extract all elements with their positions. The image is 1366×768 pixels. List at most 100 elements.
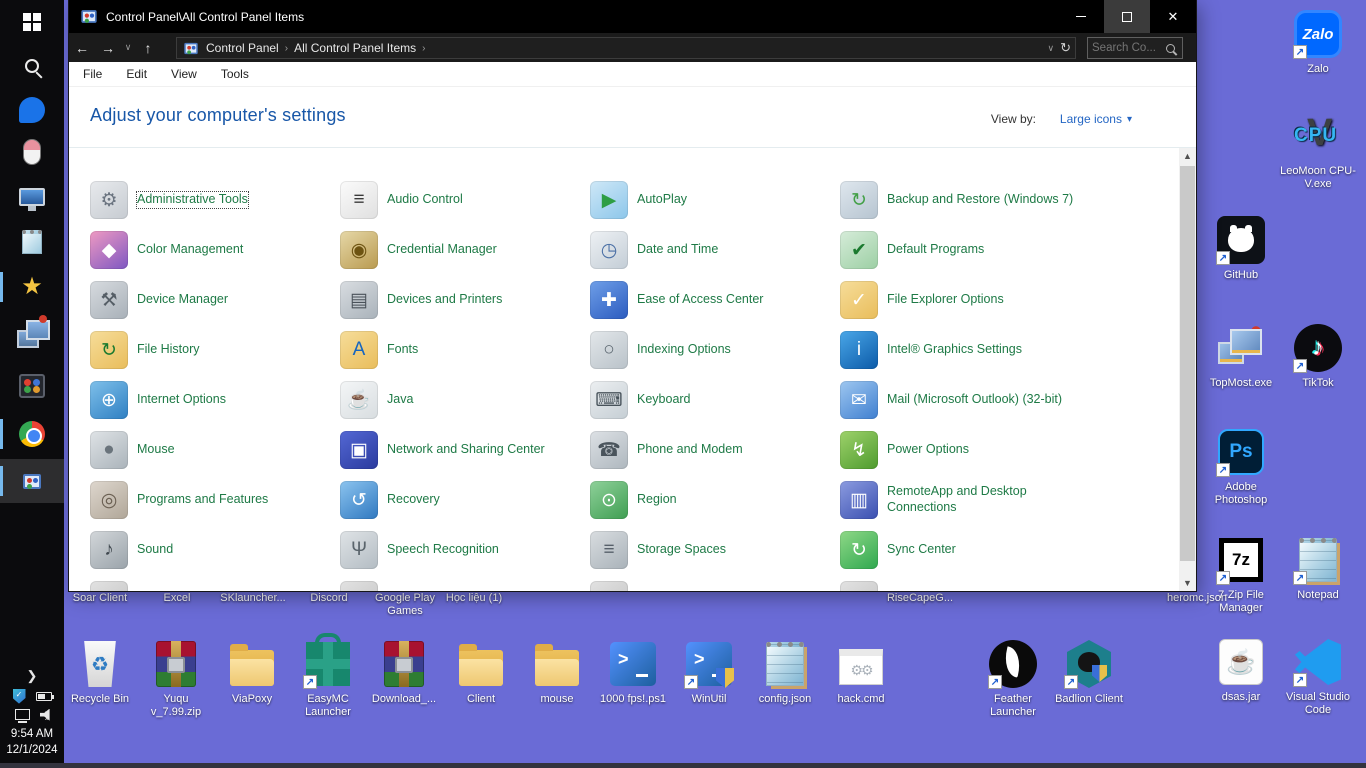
desktop-icon-recycle-bin[interactable]: Recycle Bin: [61, 638, 139, 706]
cp-item-clipped[interactable]: [835, 575, 1085, 591]
cp-item[interactable]: ☎Phone and Modem: [585, 425, 835, 475]
cp-item[interactable]: AFonts: [335, 325, 585, 375]
cp-item[interactable]: ✉Mail (Microsoft Outlook) (32-bit): [835, 375, 1085, 425]
cp-item[interactable]: ⚒Device Manager: [85, 275, 335, 325]
cp-item[interactable]: ≡Storage Spaces: [585, 525, 835, 575]
cp-item[interactable]: ✓File Explorer Options: [835, 275, 1085, 325]
cp-item[interactable]: ⌨Keyboard: [585, 375, 835, 425]
desktop-icon-mouse[interactable]: mouse: [518, 638, 596, 706]
cp-item[interactable]: ▶AutoPlay: [585, 175, 835, 225]
desktop-icon-dsas-jar[interactable]: dsas.jar: [1202, 636, 1280, 704]
cp-item[interactable]: ▣Network and Sharing Center: [335, 425, 585, 475]
cp-item[interactable]: ≡Audio Control: [335, 175, 585, 225]
desktop-icon-label-partial[interactable]: Học liệu (1): [429, 592, 519, 605]
desktop-icon-7-zip-file-manager[interactable]: 7z↗7-Zip File Manager: [1202, 534, 1280, 615]
volume-button[interactable]: )): [40, 709, 49, 721]
cp-item[interactable]: ↻Sync Center: [835, 525, 1085, 575]
cp-item[interactable]: ΨSpeech Recognition: [335, 525, 585, 575]
battery-icon[interactable]: [36, 692, 52, 701]
search-box[interactable]: [1087, 37, 1183, 59]
taskbar-item-control-panel[interactable]: [0, 459, 64, 503]
cp-item[interactable]: ✔Default Programs: [835, 225, 1085, 275]
taskbar-search-button[interactable]: [0, 44, 64, 88]
cp-item[interactable]: iIntel® Graphics Settings: [835, 325, 1085, 375]
cp-item[interactable]: ↻File History: [85, 325, 335, 375]
desktop-icon-download-[interactable]: Download_...: [365, 638, 443, 706]
desktop-icon-badlion-client[interactable]: ↗Badlion Client: [1050, 638, 1128, 706]
scroll-up-arrow[interactable]: ▲: [1179, 148, 1196, 164]
window-titlebar[interactable]: Control Panel\All Control Panel Items ✕: [69, 0, 1196, 33]
cp-item[interactable]: ◉Credential Manager: [335, 225, 585, 275]
taskbar-item-chrome[interactable]: [0, 412, 64, 456]
desktop-icon-hack-cmd[interactable]: hack.cmd: [822, 638, 900, 706]
scrollbar[interactable]: ▲ ▼: [1179, 148, 1196, 591]
address-field[interactable]: Control Panel›All Control Panel Items› ∨…: [176, 37, 1076, 59]
scrollbar-thumb[interactable]: [1180, 166, 1195, 561]
desktop-icon-yuqu-v-7-99-zip[interactable]: Yuqu v_7.99.zip: [137, 638, 215, 719]
maximize-button[interactable]: [1104, 0, 1150, 33]
address-dropdown-chevron[interactable]: ∨: [1048, 43, 1055, 54]
cp-item-clipped[interactable]: [85, 575, 335, 591]
cp-item[interactable]: ⊕Internet Options: [85, 375, 335, 425]
taskbar-item-topmost[interactable]: [0, 310, 64, 354]
cp-item[interactable]: ↺Recovery: [335, 475, 585, 525]
cp-item[interactable]: ▤Devices and Printers: [335, 275, 585, 325]
back-button[interactable]: ←: [69, 40, 95, 56]
desktop-icon-viapoxy[interactable]: ViaPoxy: [213, 638, 291, 706]
cp-item-clipped[interactable]: [335, 575, 585, 591]
menu-item-tools[interactable]: Tools: [221, 67, 249, 81]
cp-item[interactable]: ▥RemoteApp and Desktop Connections: [835, 475, 1085, 525]
cp-item[interactable]: ⚙Administrative Tools: [85, 175, 335, 225]
taskbar-clock[interactable]: 9:54 AM 12/1/2024: [0, 726, 64, 768]
view-by-dropdown[interactable]: Large icons: [1060, 112, 1132, 126]
desktop-icon-github[interactable]: ↗GitHub: [1202, 214, 1280, 282]
network-icon[interactable]: [15, 709, 30, 720]
desktop-icon-zalo[interactable]: Zalo↗Zalo: [1279, 8, 1357, 76]
cp-item[interactable]: ♪Sound: [85, 525, 335, 575]
refresh-icon[interactable]: ↻: [1060, 40, 1071, 56]
cp-item[interactable]: ◷Date and Time: [585, 225, 835, 275]
desktop-icon-config-json[interactable]: config.json: [746, 638, 824, 706]
taskbar-item-mouse-app[interactable]: [0, 130, 64, 174]
close-button[interactable]: ✕: [1150, 0, 1196, 33]
desktop-icon-leomoon-cpu-v-exe[interactable]: LeoMoon CPU-V.exe: [1279, 110, 1357, 191]
cp-item[interactable]: ↻Backup and Restore (Windows 7): [835, 175, 1085, 225]
desktop-icon-tiktok[interactable]: ↗TikTok: [1279, 322, 1357, 390]
desktop-icon-notepad[interactable]: ↗Notepad: [1279, 534, 1357, 602]
menu-item-file[interactable]: File: [83, 67, 102, 81]
cp-item[interactable]: ↯Power Options: [835, 425, 1085, 475]
cp-item[interactable]: ○Indexing Options: [585, 325, 835, 375]
menu-item-edit[interactable]: Edit: [126, 67, 147, 81]
cp-item[interactable]: ⊙Region: [585, 475, 835, 525]
desktop-icon-client[interactable]: Client: [442, 638, 520, 706]
menu-item-view[interactable]: View: [171, 67, 197, 81]
desktop-icon-feather-launcher[interactable]: ↗Feather Launcher: [974, 638, 1052, 719]
breadcrumb-item[interactable]: All Control Panel Items: [294, 41, 416, 55]
taskbar-item-notepad[interactable]: [0, 220, 64, 264]
taskbar-item-computer[interactable]: [0, 175, 64, 219]
minimize-button[interactable]: [1058, 0, 1104, 33]
taskbar-item-color-dots-app[interactable]: [0, 364, 64, 408]
desktop-icon-easymc-launcher[interactable]: ↗EasyMC Launcher: [289, 638, 367, 719]
breadcrumb-item[interactable]: Control Panel: [206, 41, 279, 55]
desktop-icon-visual-studio-code[interactable]: ↗Visual Studio Code: [1279, 636, 1357, 717]
taskbar-item-cortana-blob[interactable]: [0, 88, 64, 132]
desktop-icon-winutil[interactable]: ↗WinUtil: [670, 638, 748, 706]
cp-item[interactable]: ✚Ease of Access Center: [585, 275, 835, 325]
taskbar-item-starred-app[interactable]: ★: [0, 265, 64, 309]
desktop-icon-topmost-exe[interactable]: TopMost.exe: [1202, 322, 1280, 390]
cp-item[interactable]: ◆Color Management: [85, 225, 335, 275]
start-button[interactable]: [0, 0, 64, 44]
cp-item-clipped[interactable]: [585, 575, 835, 591]
cp-item[interactable]: ◎Programs and Features: [85, 475, 335, 525]
cp-item[interactable]: ●Mouse: [85, 425, 335, 475]
desktop-icon-adobe-photoshop[interactable]: Ps↗Adobe Photoshop: [1202, 426, 1280, 507]
forward-button[interactable]: →: [95, 40, 121, 56]
search-input[interactable]: [1088, 42, 1166, 54]
cp-item[interactable]: ☕Java: [335, 375, 585, 425]
desktop-icon-1000-fps-ps1[interactable]: 1000 fps!.ps1: [594, 638, 672, 706]
recent-locations-chevron[interactable]: ∨: [121, 42, 135, 53]
up-button[interactable]: ↑: [135, 40, 161, 56]
hidden-icons-button[interactable]: ❯: [0, 668, 64, 684]
desktop-icon-label-partial[interactable]: RiseCapeG...: [875, 592, 965, 605]
